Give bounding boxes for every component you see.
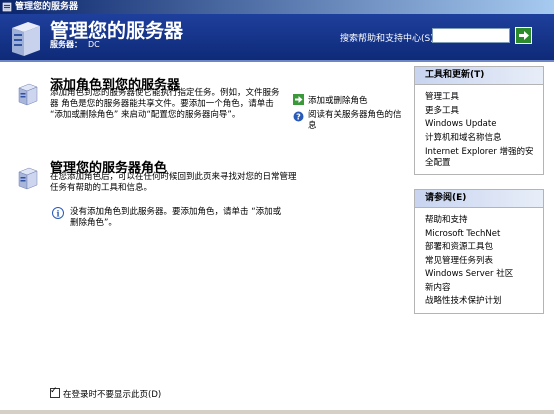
see-also-item[interactable]: 新内容 [425, 282, 543, 296]
add-role-icon [18, 83, 38, 106]
window-titlebar: 管理您的服务器 [0, 0, 554, 14]
see-also-item[interactable]: 帮助和支持 [425, 214, 543, 228]
page-header: 管理您的服务器 服务器： DC 搜索帮助和支持中心(S) [0, 14, 554, 60]
search-input[interactable] [432, 28, 510, 43]
tools-item[interactable]: 计算机和域名称信息 [425, 132, 543, 146]
see-also-panel: 请参阅(E) 帮助和支持 Microsoft TechNet 部署和资源工具包 … [414, 189, 544, 314]
arrow-right-icon [519, 31, 529, 40]
dont-show-checkbox[interactable]: 在登录时不要显示此页(D) [50, 386, 162, 400]
search-go-button[interactable] [515, 27, 532, 44]
window-bottom-border [0, 410, 554, 414]
server-info: 服务器： DC [50, 39, 100, 50]
read-roles-label: 阅读有关服务器角色的信息 [308, 110, 402, 131]
server-label: 服务器： [50, 40, 82, 49]
see-also-item[interactable]: 常见管理任务列表 [425, 255, 543, 269]
server-icon [2, 2, 12, 12]
see-also-item[interactable]: 部署和资源工具包 [425, 241, 543, 255]
info-icon: i [52, 207, 64, 219]
search-label: 搜索帮助和支持中心(S) [340, 34, 434, 44]
dont-show-label: 在登录时不要显示此页(D) [63, 390, 162, 400]
read-roles-link[interactable]: ? 阅读有关服务器角色的信息 [293, 110, 405, 132]
see-also-title[interactable]: 请参阅(E) [415, 190, 543, 208]
tools-item[interactable]: Internet Explorer 增强的安全配置 [425, 145, 539, 170]
server-name: DC [88, 40, 100, 49]
tools-item[interactable]: Windows Update [425, 118, 543, 132]
see-also-item[interactable]: 战略性技术保护计划 [425, 295, 543, 309]
add-remove-role-label: 添加或删除角色 [308, 96, 368, 106]
green-arrow-icon [293, 94, 304, 105]
tools-updates-panel: 工具和更新(T) 管理工具 更多工具 Windows Update 计算机和域名… [414, 66, 544, 175]
add-remove-role-link[interactable]: 添加或删除角色 [293, 94, 368, 107]
add-role-description: 添加角色到您的服务器使它能执行指定任务。例如，文件服务器 角色是您的服务器能共享… [50, 88, 280, 120]
no-roles-info: 没有添加角色到此服务器。要添加角色，请单击 “添加或删除角色”。 [70, 207, 282, 228]
svg-text:i: i [56, 209, 59, 219]
manage-roles-description: 在您添加角色后，可以在任何时候回到此页来寻找对您的日常管理任务有帮助的工具和信息… [50, 172, 297, 193]
tools-item[interactable]: 管理工具 [425, 91, 543, 105]
manage-roles-icon [18, 167, 38, 190]
server-tower-icon [12, 22, 40, 56]
help-icon: ? [293, 111, 304, 122]
tools-item[interactable]: 更多工具 [425, 105, 543, 119]
see-also-item[interactable]: Windows Server 社区 [425, 268, 543, 282]
checkbox-box[interactable] [50, 386, 60, 398]
header-separator [0, 60, 554, 62]
window-title: 管理您的服务器 [15, 2, 79, 12]
see-also-item[interactable]: Microsoft TechNet [425, 228, 543, 242]
svg-text:?: ? [296, 113, 301, 122]
tools-updates-title[interactable]: 工具和更新(T) [415, 67, 543, 85]
